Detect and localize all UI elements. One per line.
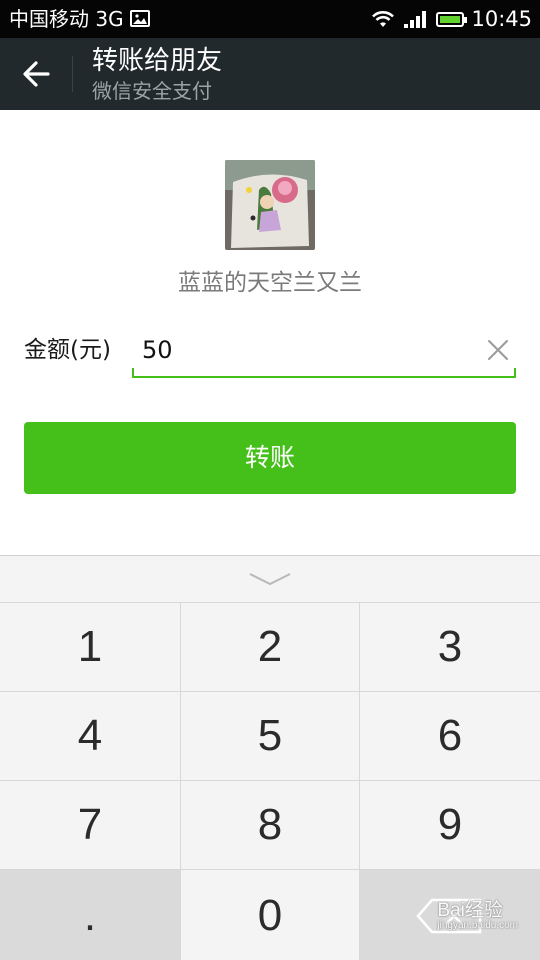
clock: 10:45 [471, 7, 532, 31]
back-arrow-icon [23, 61, 50, 87]
page-title: 转账给朋友 [92, 46, 223, 76]
watermark-url: jingyan.baidu.com [437, 920, 518, 931]
key-3[interactable]: 3 [360, 603, 540, 691]
watermark: Bai经验 jingyan.baidu.com [437, 895, 518, 931]
key-2[interactable]: 2 [181, 603, 359, 691]
amount-input[interactable] [142, 334, 462, 366]
key-5[interactable]: 5 [181, 692, 359, 780]
wifi-icon [372, 11, 395, 27]
key-6[interactable]: 6 [360, 692, 540, 780]
clear-button[interactable] [484, 336, 512, 364]
key-decimal[interactable]: . [0, 870, 180, 960]
title-bar: 转账给朋友 微信安全支付 [0, 38, 540, 110]
amount-label: 金额(元) [24, 337, 111, 363]
page-subtitle: 微信安全支付 [92, 79, 212, 103]
key-0[interactable]: 0 [181, 870, 359, 960]
chevron-down-icon [249, 573, 291, 586]
carrier-label: 中国移动 3G [9, 7, 124, 31]
status-indicators: 10:45 [370, 6, 532, 32]
header-divider [72, 56, 73, 92]
key-1[interactable]: 1 [0, 603, 180, 691]
key-8[interactable]: 8 [181, 781, 359, 869]
recipient-avatar [225, 160, 315, 250]
battery-icon [436, 11, 468, 27]
status-bar: 中国移动 3G 10:45 [0, 0, 540, 38]
image-notification-icon [130, 10, 150, 27]
back-button[interactable] [0, 38, 72, 110]
close-icon [488, 340, 508, 360]
signal-icon [404, 11, 427, 28]
amount-field[interactable] [132, 322, 516, 378]
watermark-text: Bai经验 [437, 900, 503, 921]
key-7[interactable]: 7 [0, 781, 180, 869]
key-4[interactable]: 4 [0, 692, 180, 780]
key-9[interactable]: 9 [360, 781, 540, 869]
transfer-button[interactable]: 转账 [24, 422, 516, 494]
recipient-name: 蓝蓝的天空兰又兰 [178, 270, 362, 296]
keypad-collapse-button[interactable] [0, 556, 540, 602]
